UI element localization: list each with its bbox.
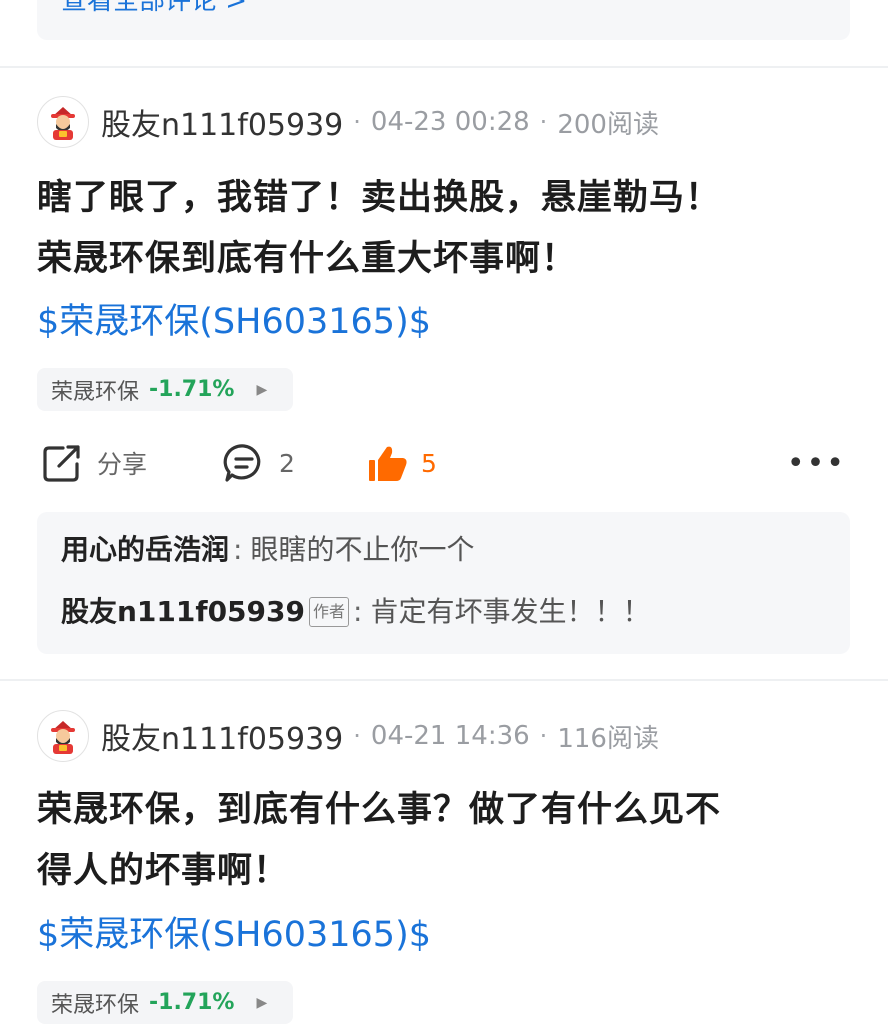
stock-cashtag-link[interactable]: $荣晟环保(SH603165)$ bbox=[37, 300, 431, 344]
comment-button[interactable]: 2 bbox=[223, 438, 295, 488]
comment-preview-box[interactable]: 用心的岳浩润 : 眼瞎的不止你一个 股友n111f05939 作者 : 肯定有坏… bbox=[37, 512, 850, 654]
post-title[interactable]: 荣晟环保，到底有什么事？做了有什么见不 得人的坏事啊！ bbox=[37, 780, 837, 902]
comment-author[interactable]: 股友n111f05939 bbox=[61, 592, 305, 632]
comment-colon: : bbox=[353, 595, 363, 628]
author-badge: 作者 bbox=[308, 597, 349, 627]
action-bar: 分享 2 5 ••• bbox=[37, 438, 850, 488]
post-date: 04-23 00:28 bbox=[370, 107, 530, 137]
stock-chip[interactable]: 荣晟环保 -1.71% ▶ bbox=[37, 368, 293, 411]
stock-change: -1.71% bbox=[149, 990, 235, 1015]
share-label: 分享 bbox=[97, 450, 148, 479]
god-of-wealth-avatar-icon bbox=[51, 107, 75, 140]
username[interactable]: 股友n111f05939 bbox=[101, 100, 343, 144]
meta-separator: · bbox=[539, 722, 548, 750]
view-all-comments-link[interactable]: 查看全部评论 > bbox=[61, 0, 247, 16]
comment-text: 肯定有坏事发生！！！ bbox=[370, 595, 651, 628]
play-arrow-icon: ▶ bbox=[256, 381, 268, 398]
meta-separator: · bbox=[539, 108, 548, 136]
meta-separator: · bbox=[353, 722, 361, 750]
post-title-line: 瞎了眼了，我错了！卖出换股，悬崖勒马！ bbox=[37, 178, 722, 218]
view-all-comments-card[interactable]: 查看全部评论 > bbox=[37, 0, 850, 40]
stock-chip[interactable]: 荣晟环保 -1.71% ▶ bbox=[37, 981, 293, 1024]
share-icon bbox=[43, 445, 80, 482]
comment-bubble-icon bbox=[223, 444, 261, 482]
like-button[interactable]: 5 bbox=[367, 438, 437, 488]
stock-name: 荣晟环保 bbox=[51, 379, 140, 405]
share-button[interactable]: 分享 bbox=[41, 438, 147, 488]
post-title[interactable]: 瞎了眼了，我错了！卖出换股，悬崖勒马！ 荣晟环保到底有什么重大坏事啊！ bbox=[37, 168, 837, 290]
comment-count: 2 bbox=[279, 448, 295, 478]
comment-colon: : bbox=[233, 533, 243, 566]
meta-separator: · bbox=[353, 108, 361, 136]
stock-name: 荣晟环保 bbox=[51, 992, 140, 1018]
god-of-wealth-avatar-icon bbox=[51, 721, 75, 754]
post-date: 04-21 14:36 bbox=[370, 721, 530, 751]
stock-cashtag-link[interactable]: $荣晟环保(SH603165)$ bbox=[37, 913, 431, 957]
comment-item[interactable]: 用心的岳浩润 : 眼瞎的不止你一个 bbox=[61, 530, 474, 570]
comment-item[interactable]: 股友n111f05939 作者 : 肯定有坏事发生！！！ bbox=[61, 592, 650, 632]
post-title-line: 得人的坏事啊！ bbox=[37, 851, 290, 891]
avatar[interactable] bbox=[37, 96, 89, 148]
more-options-icon[interactable]: ••• bbox=[787, 438, 846, 488]
divider bbox=[0, 66, 888, 68]
read-count: 200阅读 bbox=[557, 109, 659, 140]
post-meta: 股友n111f05939 · 04-23 00:28 · 200阅读 bbox=[37, 95, 659, 149]
post-title-line: 荣晟环保，到底有什么事？做了有什么见不 bbox=[37, 790, 722, 830]
thumbs-up-icon bbox=[369, 446, 407, 481]
avatar[interactable] bbox=[37, 710, 89, 762]
comment-author[interactable]: 用心的岳浩润 bbox=[61, 530, 229, 570]
read-count: 116阅读 bbox=[557, 723, 659, 754]
post-title-line: 荣晟环保到底有什么重大坏事啊！ bbox=[37, 239, 578, 279]
divider bbox=[0, 679, 888, 681]
stock-change: -1.71% bbox=[149, 377, 235, 402]
play-arrow-icon: ▶ bbox=[256, 994, 268, 1011]
post-meta: 股友n111f05939 · 04-21 14:36 · 116阅读 bbox=[37, 709, 659, 763]
like-count: 5 bbox=[421, 448, 437, 478]
comment-text: 眼瞎的不止你一个 bbox=[250, 533, 475, 566]
username[interactable]: 股友n111f05939 bbox=[101, 714, 343, 758]
